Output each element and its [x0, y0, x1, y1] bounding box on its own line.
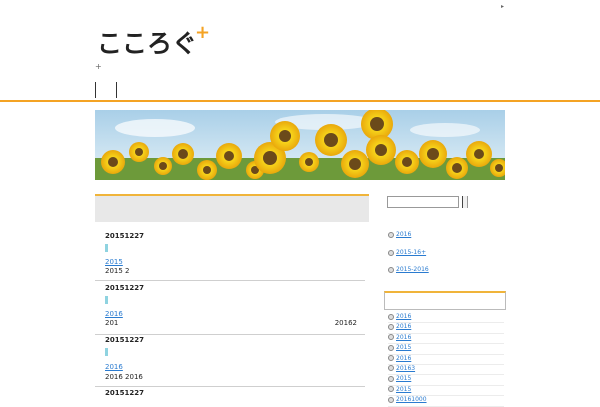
sub-plus: +: [95, 62, 102, 71]
header-rule: [0, 100, 600, 102]
site-logo[interactable]: こころぐ +: [97, 24, 217, 60]
entry-date: 20151227: [105, 284, 144, 292]
nav-divider: [95, 82, 96, 98]
entry-excerpt: 2015 2: [105, 267, 130, 275]
logo-graphic: こころぐ +: [97, 24, 210, 58]
entry-divider: [95, 386, 365, 387]
main-section-header: [95, 194, 369, 222]
entry-date: 20151227: [105, 232, 144, 240]
sidebar-list-item[interactable]: 2016: [388, 334, 504, 345]
blog-entry: 20151227 2015 2015 2: [95, 232, 365, 282]
category-tag: [105, 296, 108, 304]
sidebar-widget-header: [384, 291, 506, 310]
nav-divider: [116, 82, 117, 98]
sidebar-list-item[interactable]: 2016: [388, 355, 504, 365]
entry-excerpt: 2016 2016: [105, 373, 143, 381]
category-tag: [105, 244, 108, 252]
sidebar-list-item[interactable]: 20161000: [388, 396, 504, 407]
entry-date: 20151227: [105, 336, 144, 344]
entry-category-link[interactable]: 2015: [105, 258, 123, 266]
bullet-icon: [388, 231, 394, 238]
sidebar-list-item[interactable]: 2016: [388, 323, 504, 334]
bullet-icon: [388, 386, 394, 393]
sidebar-list-item[interactable]: 2016: [388, 313, 504, 324]
bullet-icon: [388, 355, 394, 362]
blog-entry: 20151227: [95, 389, 365, 400]
header-banner-image: [95, 110, 505, 180]
bullet-icon: [388, 334, 394, 341]
sidebar-link[interactable]: 2016: [388, 231, 411, 238]
bullet-icon: [388, 249, 394, 256]
top-marker: ▸: [500, 3, 504, 10]
bullet-icon: [388, 323, 394, 330]
logo-text: こころぐ: [97, 29, 197, 58]
entry-date: 20151227: [105, 389, 144, 397]
sidebar-link[interactable]: 2015-2016: [388, 266, 429, 273]
entry-divider: [95, 334, 365, 335]
bullet-icon: [388, 375, 394, 382]
entry-category-link[interactable]: 2016: [105, 363, 123, 371]
bullet-icon: [388, 266, 394, 273]
bullet-icon: [388, 344, 394, 351]
category-tag: [105, 348, 108, 356]
bullet-icon: [388, 365, 394, 372]
sidebar-list-item[interactable]: 20163: [388, 365, 504, 376]
sidebar-list: 2016 2016 2016 2015 2016 20163 2015 2015…: [388, 313, 504, 407]
sidebar-link[interactable]: 2015-16+: [388, 249, 426, 256]
global-nav: [95, 82, 135, 98]
sidebar-list-item[interactable]: 2015: [388, 375, 504, 386]
blog-entry: 20151227 2016 201 20162: [95, 284, 365, 336]
entry-category-link[interactable]: 2016: [105, 310, 123, 318]
search-input[interactable]: [387, 196, 459, 208]
sidebar-list-item[interactable]: 2015: [388, 386, 504, 397]
blog-entry: 20151227 2016 2016 2016: [95, 336, 365, 388]
search-button[interactable]: [462, 196, 468, 208]
sidebar-list-item[interactable]: 2015: [388, 344, 504, 355]
bullet-icon: [388, 313, 394, 320]
entry-excerpt-right: 20162: [334, 319, 357, 327]
entry-excerpt: 201: [105, 319, 119, 327]
entry-divider: [95, 280, 365, 281]
logo-plus: +: [195, 24, 210, 43]
